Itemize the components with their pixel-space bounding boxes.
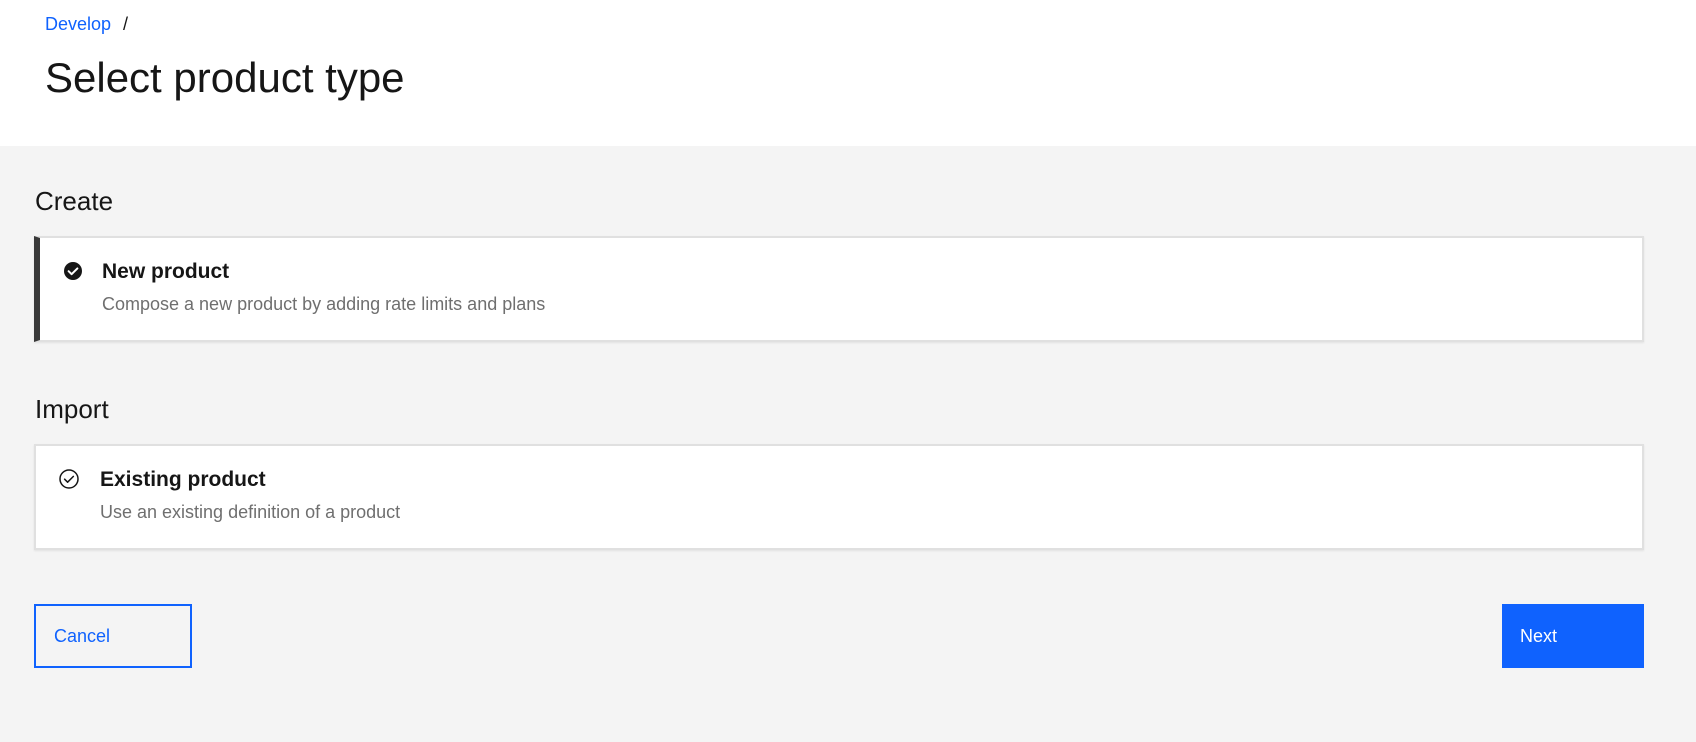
- cancel-button[interactable]: Cancel: [34, 604, 192, 668]
- page-header: Develop / Select product type: [0, 0, 1696, 146]
- tile-description: Compose a new product by adding rate lim…: [102, 294, 546, 314]
- breadcrumb-separator: /: [123, 14, 129, 34]
- section-title-create: Create: [35, 186, 114, 216]
- next-button[interactable]: Next: [1502, 604, 1644, 668]
- breadcrumb-link-develop[interactable]: Develop: [45, 12, 111, 36]
- tile-title: Existing product: [100, 468, 266, 491]
- checkmark-outline-icon: [59, 469, 79, 489]
- page-title: Select product type: [45, 54, 405, 101]
- tile-description: Use an existing definition of a product: [100, 502, 401, 522]
- breadcrumb: Develop /: [45, 12, 128, 36]
- checkmark-filled-icon: [64, 262, 82, 280]
- tile-existing-product[interactable]: Existing product Use an existing definit…: [34, 444, 1644, 550]
- tile-new-product[interactable]: New product Compose a new product by add…: [34, 236, 1644, 342]
- tile-title: New product: [102, 260, 230, 283]
- section-title-import: Import: [35, 394, 109, 424]
